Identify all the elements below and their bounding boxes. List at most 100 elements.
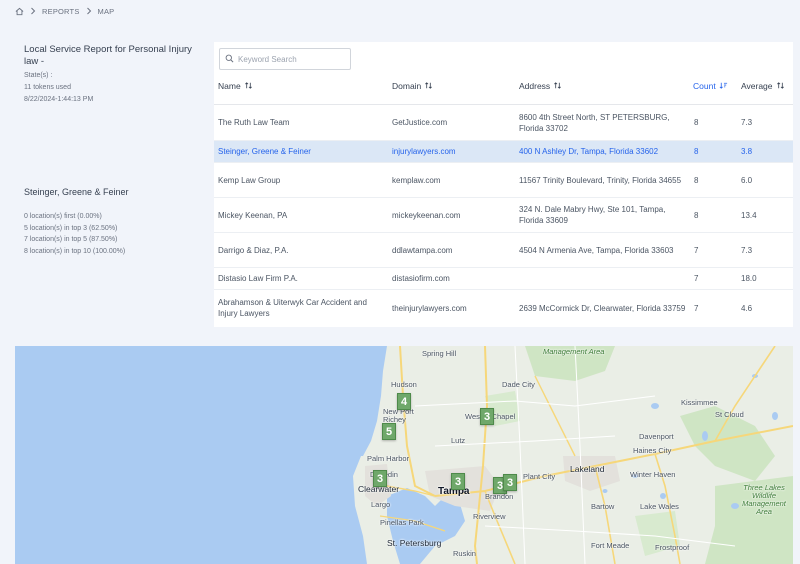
cell-name: Abrahamson & Uiterwyk Car Accident and I… bbox=[218, 298, 367, 318]
cell-count: 8 bbox=[694, 210, 699, 220]
report-title: Local Service Report for Personal Injury… bbox=[24, 44, 192, 67]
sort-icon bbox=[553, 81, 562, 92]
column-header-count-label: Count bbox=[693, 81, 716, 91]
cell-domain: theinjurylawyers.com bbox=[392, 303, 467, 313]
cell-count: 8 bbox=[694, 175, 699, 185]
cell-address: 400 N Ashley Dr, Tampa, Florida 33602 bbox=[519, 147, 659, 156]
table-row[interactable]: Distasio Law Firm P.A. distasiofirm.com … bbox=[214, 268, 793, 290]
sort-icon bbox=[776, 81, 785, 92]
cell-average: 6.0 bbox=[741, 175, 753, 185]
column-header-domain[interactable]: Domain bbox=[392, 80, 433, 92]
keyword-search-input[interactable] bbox=[238, 54, 348, 64]
table-row[interactable]: Darrigo & Diaz, P.A. ddlawtampa.com 4504… bbox=[214, 233, 793, 268]
cell-count: 7 bbox=[694, 274, 699, 283]
table-row[interactable]: Abrahamson & Uiterwyk Car Accident and I… bbox=[214, 290, 793, 326]
home-icon[interactable] bbox=[15, 7, 24, 16]
map-label-pinellas-park: Pinellas Park bbox=[380, 518, 424, 527]
cell-average: 7.3 bbox=[741, 245, 753, 255]
report-state: State(s) : bbox=[24, 72, 53, 79]
cell-name: Distasio Law Firm P.A. bbox=[218, 274, 298, 283]
cell-address bbox=[519, 268, 689, 289]
map-label-management-area: Management Area bbox=[543, 347, 605, 356]
cell-address: 324 N. Dale Mabry Hwy, Ste 101, Tampa, F… bbox=[519, 205, 666, 225]
map-label-plant-city: Plant City bbox=[523, 472, 556, 481]
cell-address: 2639 McCormick Dr, Clearwater, Florida 3… bbox=[519, 303, 686, 313]
cell-name: Mickey Keenan, PA bbox=[218, 210, 288, 220]
map-label-largo: Largo bbox=[371, 500, 391, 509]
column-header-name[interactable]: Name bbox=[218, 80, 253, 92]
map-marker[interactable]: 3 bbox=[503, 474, 517, 491]
map-label-st-cloud: St Cloud bbox=[715, 410, 744, 419]
map-label-st-petersburg: St. Petersburg bbox=[387, 538, 442, 548]
map-label-lakeland: Lakeland bbox=[570, 464, 605, 474]
search-box bbox=[219, 48, 351, 70]
map-view[interactable]: Spring Hill Management Area Hudson Dade … bbox=[15, 346, 793, 564]
cell-count: 7 bbox=[694, 303, 699, 313]
column-header-domain-label: Domain bbox=[392, 81, 422, 91]
map-label-davenport: Davenport bbox=[639, 432, 674, 441]
map-marker[interactable]: 3 bbox=[480, 408, 494, 425]
map-label-dade-city: Dade City bbox=[502, 380, 535, 389]
cell-domain: injurylawyers.com bbox=[392, 147, 456, 156]
cell-average: 18.0 bbox=[741, 274, 757, 283]
map-marker[interactable]: 5 bbox=[382, 423, 396, 440]
column-header-count[interactable]: Count bbox=[693, 80, 728, 92]
cell-name: Kemp Law Group bbox=[218, 175, 281, 185]
report-timestamp: 8/22/2024-1:44:13 PM bbox=[24, 96, 94, 103]
table-row-selected[interactable]: Steinger, Greene & Feiner injurylawyers.… bbox=[214, 141, 793, 163]
column-header-average[interactable]: Average bbox=[741, 80, 785, 92]
table-row[interactable]: Kemp Law Group kemplaw.com 11567 Trinity… bbox=[214, 163, 793, 198]
cell-domain: GetJustice.com bbox=[392, 118, 448, 127]
sort-descending-icon bbox=[719, 81, 728, 92]
cell-count: 8 bbox=[694, 147, 699, 156]
column-header-average-label: Average bbox=[741, 81, 773, 91]
map-label-kissimmee: Kissimmee bbox=[681, 398, 718, 407]
cell-address: 8600 4th Street North, ST PETERSBURG, Fl… bbox=[519, 112, 670, 133]
cell-average: 13.4 bbox=[741, 210, 757, 220]
cell-domain: distasiofirm.com bbox=[392, 274, 450, 283]
map-label-winter-haven: Winter Haven bbox=[630, 470, 676, 479]
selected-business-name: Steinger, Greene & Feiner bbox=[24, 187, 129, 197]
column-header-address[interactable]: Address bbox=[519, 80, 562, 92]
map-label-spring-hill: Spring Hill bbox=[422, 349, 457, 358]
cell-average: 3.8 bbox=[741, 147, 753, 156]
column-header-address-label: Address bbox=[519, 81, 551, 91]
cell-count: 8 bbox=[694, 118, 699, 127]
cell-domain: kemplaw.com bbox=[392, 175, 441, 185]
cell-address: 11567 Trinity Boulevard, Trinity, Florid… bbox=[519, 175, 682, 185]
stat-top5: 7 location(s) in top 5 (87.50%) bbox=[24, 236, 118, 243]
cell-domain: mickeykeenan.com bbox=[392, 210, 461, 220]
sort-icon bbox=[424, 81, 433, 92]
stat-top10: 8 location(s) in top 10 (100.00%) bbox=[24, 247, 126, 255]
cell-count: 7 bbox=[694, 245, 699, 255]
cell-domain: ddlawtampa.com bbox=[392, 245, 453, 255]
chevron-right-icon bbox=[30, 7, 36, 15]
cell-name: Darrigo & Diaz, P.A. bbox=[218, 245, 289, 255]
map-label-palm-harbor: Palm Harbor bbox=[367, 454, 410, 463]
breadcrumb-reports[interactable]: REPORTS bbox=[42, 7, 80, 16]
sort-icon bbox=[244, 81, 253, 92]
table-row[interactable]: The Ruth Law Team GetJustice.com 8600 4t… bbox=[214, 105, 793, 141]
map-label-hudson: Hudson bbox=[391, 380, 417, 389]
map-marker[interactable]: 3 bbox=[373, 470, 387, 487]
search-icon bbox=[225, 50, 234, 68]
map-marker[interactable]: 3 bbox=[451, 473, 465, 490]
map-label-ruskin: Ruskin bbox=[453, 549, 476, 558]
stat-top3: 5 location(s) in top 3 (62.50%) bbox=[24, 224, 118, 232]
map-label-frostproof: Frostproof bbox=[655, 543, 690, 552]
cell-name: The Ruth Law Team bbox=[218, 118, 290, 127]
table-row[interactable]: Mickey Keenan, PA mickeykeenan.com 324 N… bbox=[214, 198, 793, 233]
map-label-fort-meade: Fort Meade bbox=[591, 541, 630, 550]
cell-name: Steinger, Greene & Feiner bbox=[218, 147, 311, 156]
map-marker[interactable]: 4 bbox=[397, 393, 411, 410]
map-label-haines-city: Haines City bbox=[633, 446, 672, 455]
map-label-new-port-richey: New Port Richey bbox=[383, 407, 414, 424]
map-label-lake-wales: Lake Wales bbox=[640, 502, 679, 511]
report-tokens: 11 tokens used bbox=[24, 84, 71, 91]
cell-average: 4.6 bbox=[741, 303, 753, 313]
cell-average: 7.3 bbox=[741, 118, 753, 127]
map-label-three-lakes: Three Lakes Wildlife Management Area bbox=[742, 483, 786, 516]
report-info: Local Service Report for Personal Injury… bbox=[24, 44, 204, 106]
chevron-right-icon bbox=[86, 7, 92, 15]
map-label-bartow: Bartow bbox=[591, 502, 615, 511]
